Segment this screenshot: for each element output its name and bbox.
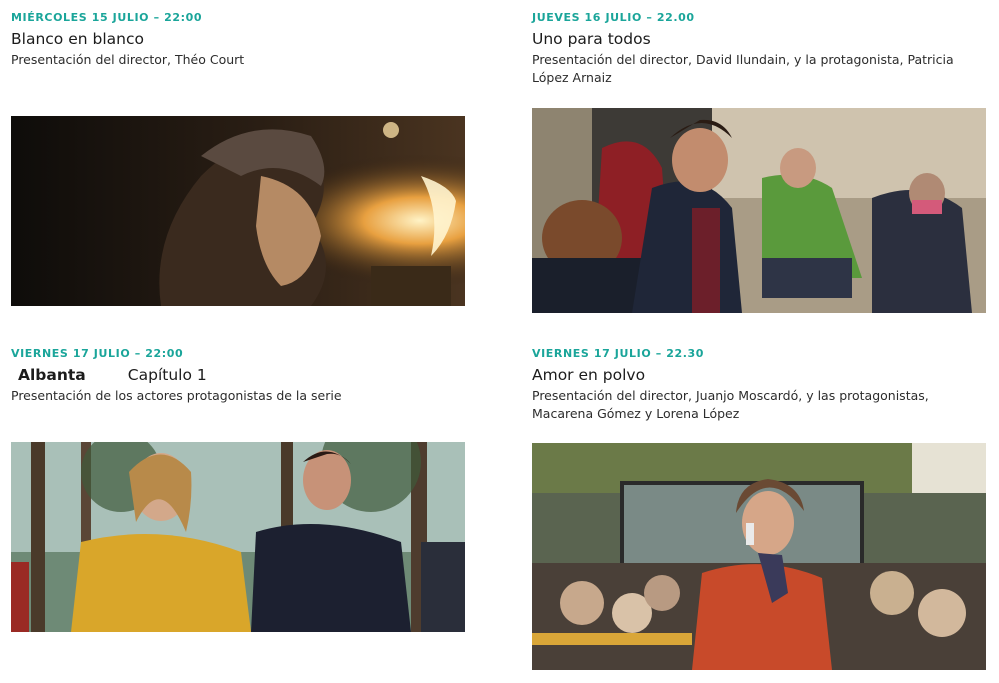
event-date: VIERNES 17 JULIO – 22.30 [532,347,705,360]
event-title[interactable]: Albanta Capítulo 1 [11,364,471,386]
film-still-image[interactable] [11,116,465,306]
event-date: JUEVES 16 JULIO – 22.00 [532,11,695,24]
event-date: MIÉRCOLES 15 JULIO – 22:00 [11,11,203,24]
film-still-image[interactable] [532,108,986,313]
chapter-title: Capítulo 1 [127,366,207,384]
film-still-image[interactable] [532,443,986,670]
film-still-image[interactable] [11,442,465,632]
event-card: VIERNES 17 JULIO – 22:00 Albanta Capítulo… [11,346,471,632]
series-title: Albanta [18,366,86,384]
event-card: JUEVES 16 JULIO – 22.00 Uno para todos P… [532,10,992,313]
event-card: MIÉRCOLES 15 JULIO – 22:00 Blanco en bla… [11,10,471,306]
event-description: Presentación de los actores protagonista… [11,388,342,403]
event-description: Presentación del director, David Ilundai… [532,52,954,85]
event-description: Presentación del director, Théo Court [11,52,245,67]
event-title[interactable]: Amor en polvo [532,364,992,386]
event-title[interactable]: Blanco en blanco [11,28,471,50]
event-date: VIERNES 17 JULIO – 22:00 [11,347,184,360]
event-title[interactable]: Uno para todos [532,28,992,50]
event-card: VIERNES 17 JULIO – 22.30 Amor en polvo P… [532,346,992,670]
event-description: Presentación del director, Juanjo Moscar… [532,388,929,421]
